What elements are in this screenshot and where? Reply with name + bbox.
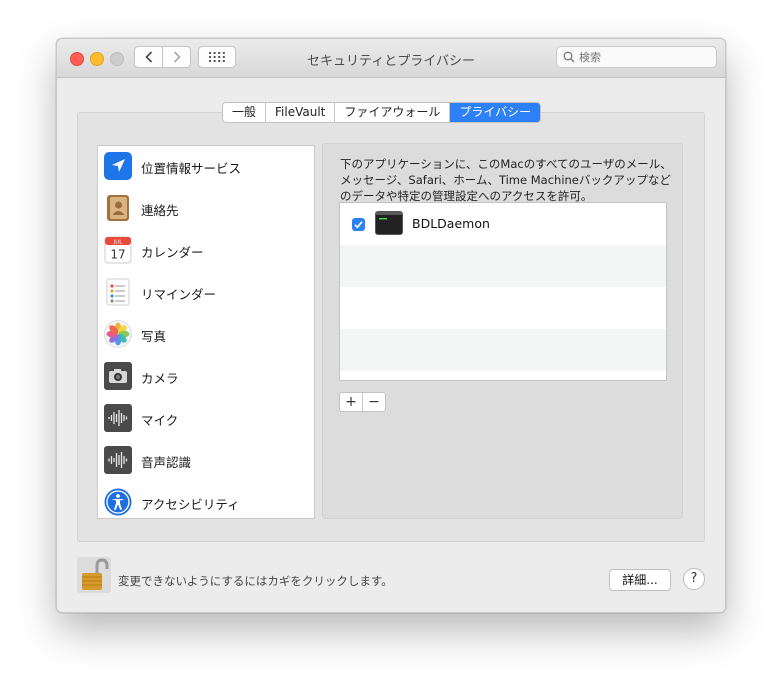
sidebar-item-microphone[interactable]: マイク xyxy=(98,398,314,440)
empty-row xyxy=(340,287,666,329)
sidebar-item-label: 写真 xyxy=(141,329,167,344)
add-remove-control: + − xyxy=(339,392,386,412)
sidebar-item-reminders[interactable]: リマインダー xyxy=(98,272,314,314)
location-arrow-icon xyxy=(104,152,132,180)
calendar-day-label: 17 xyxy=(110,248,125,262)
add-app-button[interactable]: + xyxy=(340,393,362,411)
sidebar-item-label: アクセシビリティ xyxy=(141,497,240,512)
tab-filevault[interactable]: FileVault xyxy=(266,103,336,122)
details-button[interactable]: 詳細... xyxy=(609,569,671,591)
search-field[interactable] xyxy=(556,46,717,68)
accessibility-icon xyxy=(104,488,132,516)
sidebar-item-label: リマインダー xyxy=(141,287,217,302)
help-button[interactable]: ? xyxy=(683,568,705,590)
speech-recognition-waveform-icon xyxy=(104,446,132,474)
app-list: BDLDaemon xyxy=(339,202,667,381)
lock-instruction: 変更できないようにするにはカギをクリックします。 xyxy=(118,574,393,588)
tab-privacy[interactable]: プライバシー xyxy=(450,103,541,122)
empty-row xyxy=(340,245,666,287)
search-input[interactable] xyxy=(579,49,709,65)
padlock-icon[interactable] xyxy=(77,557,111,593)
checkmark-icon xyxy=(354,221,363,229)
sidebar-item-label: 音声認識 xyxy=(141,455,192,470)
sidebar-item-accessibility[interactable]: アクセシビリティ xyxy=(98,482,314,518)
photos-flower-icon xyxy=(104,320,132,348)
app-row[interactable]: BDLDaemon xyxy=(340,203,666,245)
access-description: 下のアプリケーションに、このMacのすべてのユーザのメール、メッセージ、Safa… xyxy=(340,157,672,203)
sidebar-item-label: 位置情報サービス xyxy=(141,161,242,176)
title-bar: セキュリティとプライバシー xyxy=(57,39,725,78)
sidebar-item-label: カレンダー xyxy=(141,245,204,260)
empty-row xyxy=(340,329,666,371)
sidebar-item-photos[interactable]: 写真 xyxy=(98,314,314,356)
calendar-icon: JUL 17 xyxy=(104,236,132,264)
tab-bar: 一般 FileVault ファイアウォール プライバシー xyxy=(222,102,542,123)
camera-icon xyxy=(104,362,132,390)
tab-general[interactable]: 一般 xyxy=(223,103,267,122)
calendar-month-label: JUL xyxy=(113,240,124,246)
sidebar-item-calendar[interactable]: JUL 17 カレンダー xyxy=(98,230,314,272)
app-name: BDLDaemon xyxy=(412,216,490,231)
sidebar-item-contacts[interactable]: 連絡先 xyxy=(98,188,314,230)
tab-firewall[interactable]: ファイアウォール xyxy=(335,103,451,122)
preferences-window: セキュリティとプライバシー 一般 FileVault ファイアウォール プライバ… xyxy=(56,38,726,613)
terminal-icon xyxy=(375,211,403,235)
privacy-category-list: 位置情報サービス 連絡先 JUL 17 カレンダー リマインダー 写真 カメラ … xyxy=(97,145,315,519)
search-icon xyxy=(563,51,575,63)
sidebar-item-label: 連絡先 xyxy=(141,203,179,218)
sidebar-item-camera[interactable]: カメラ xyxy=(98,356,314,398)
microphone-waveform-icon xyxy=(104,404,132,432)
remove-app-button[interactable]: − xyxy=(362,393,385,411)
sidebar-item-label: マイク xyxy=(141,413,179,428)
app-access-checkbox[interactable] xyxy=(352,218,365,231)
sidebar-item-label: カメラ xyxy=(141,371,179,386)
contacts-book-icon xyxy=(107,195,129,221)
sidebar-item-location-services[interactable]: 位置情報サービス xyxy=(98,146,314,188)
reminders-list-icon xyxy=(106,278,130,306)
sidebar-item-speech-recognition[interactable]: 音声認識 xyxy=(98,440,314,482)
